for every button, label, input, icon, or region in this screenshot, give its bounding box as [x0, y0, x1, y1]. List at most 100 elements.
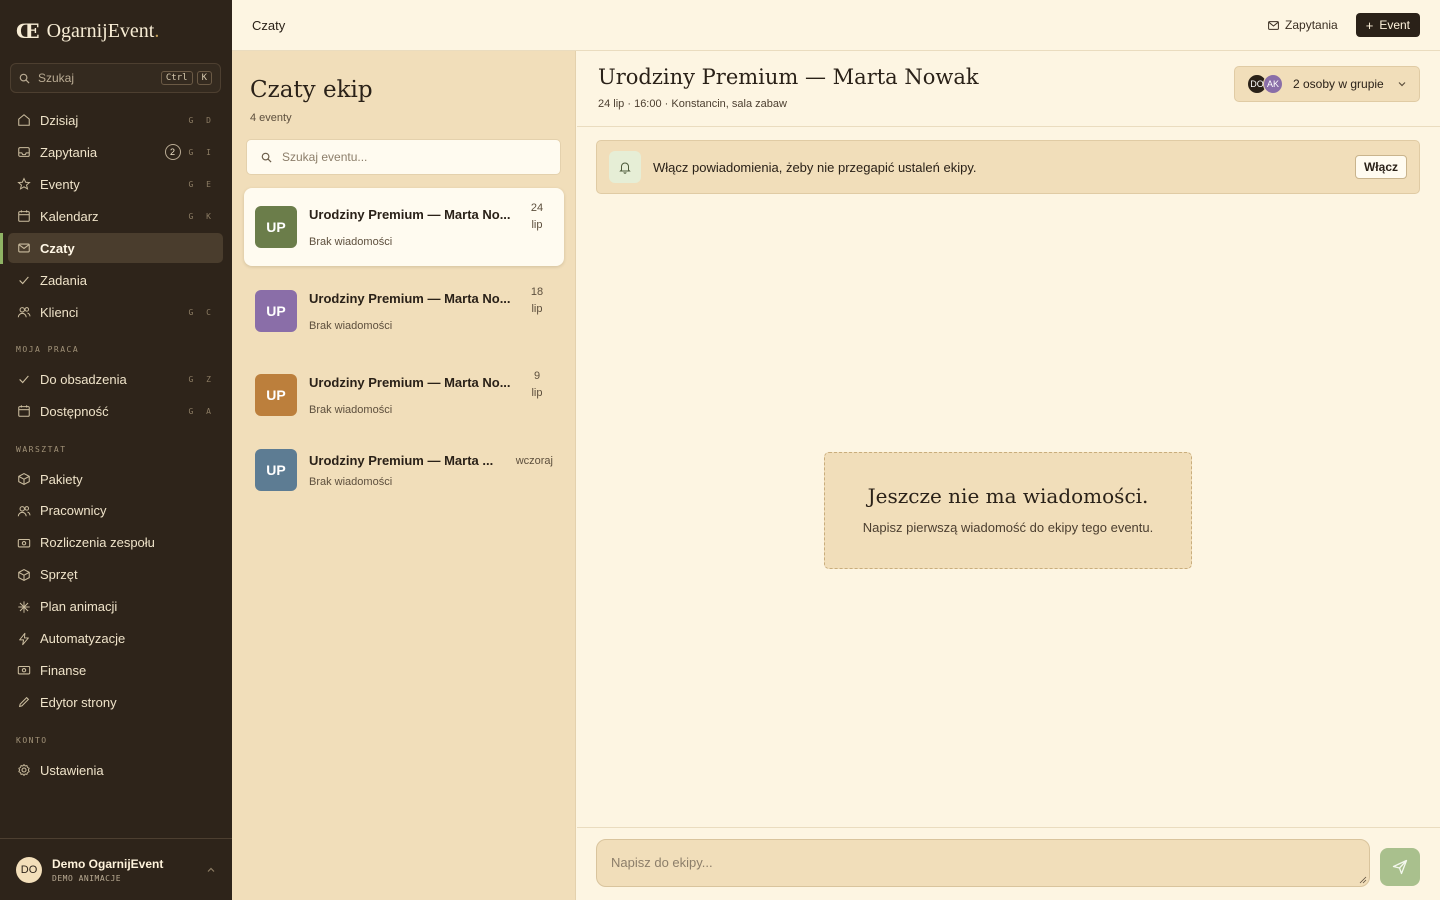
mail-icon	[1268, 20, 1279, 30]
chat-list-item[interactable]: UP Urodziny Premium — Marta No... Brak wia…	[244, 356, 564, 434]
chat-date: 24 lip	[521, 200, 553, 234]
inquiries-link[interactable]: Zapytania	[1268, 18, 1338, 32]
sidebar-search-placeholder: Szukaj	[38, 71, 75, 85]
conversation-header: Urodziny Premium — Marta Nowak 24 lip · …	[577, 51, 1440, 127]
sidebar-item-label: Rozliczenia zespołu	[40, 535, 155, 551]
chat-date-day: 18	[530, 286, 544, 298]
notification-text: Włącz powiadomienia, żeby nie przegapić …	[653, 159, 977, 175]
user-role: DEMO ANIMACJE	[52, 873, 122, 883]
users-icon	[16, 503, 32, 519]
search-icon	[261, 152, 272, 163]
plus-icon: +	[1365, 17, 1374, 33]
chat-date-day: 9	[533, 370, 541, 382]
sidebar-section-title: KONTO	[16, 736, 48, 745]
chat-date-month: lip	[531, 303, 543, 315]
chat-list-item[interactable]: UP Urodziny Premium — Marta No... Brak wia…	[244, 188, 564, 266]
resize-handle-icon[interactable]	[1359, 876, 1367, 884]
sidebar-item-label: Zadania	[40, 272, 87, 288]
sidebar-item-label: Finanse	[40, 662, 87, 678]
chat-title: Urodziny Premium — Marta No...	[309, 374, 511, 390]
event-search-input[interactable]: Szukaj eventu...	[246, 139, 561, 175]
active-indicator	[0, 233, 3, 264]
chat-subtitle: Brak wiadomości	[309, 319, 393, 332]
chat-date-month: lip	[531, 219, 543, 231]
user-menu[interactable]: DO Demo OgarnijEvent DEMO ANIMACJE	[0, 838, 232, 900]
chat-title: Urodziny Premium — Marta No...	[309, 290, 511, 306]
message-input[interactable]: Napisz do ekipy...	[596, 839, 1370, 887]
bolt-icon	[16, 631, 32, 647]
chat-subtitle: Brak wiadomości	[309, 475, 393, 488]
chat-title: Urodziny Premium — Marta No...	[309, 206, 511, 222]
chat-list-item[interactable]: UP Urodziny Premium — Marta No... Brak wia…	[244, 272, 564, 350]
shortcut-ctrl: Ctrl	[160, 71, 193, 85]
sidebar-item-plan-animacji[interactable]: Plan animacji	[8, 592, 223, 622]
chat-list-item[interactable]: UP Urodziny Premium — Marta ... Brak wiado…	[244, 434, 564, 506]
sidebar-item-pakiety[interactable]: Pakiety	[8, 464, 223, 494]
conversation-title: Urodziny Premium — Marta Nowak	[598, 65, 979, 89]
sidebar-item-kalendarz[interactable]: Kalendarz G K	[8, 201, 223, 231]
message-composer: Napisz do ekipy...	[577, 827, 1440, 900]
chat-date-day: wczoraj	[515, 455, 553, 467]
send-icon	[1392, 859, 1408, 875]
shortcut-hint: G E	[188, 179, 215, 189]
sidebar-item-do-obsadzenia[interactable]: Do obsadzenia G Z	[8, 364, 223, 394]
sidebar-section-title: MOJA PRACA	[16, 345, 80, 354]
sidebar-item-rozliczenia-zespolu[interactable]: Rozliczenia zespołu	[8, 528, 223, 558]
sidebar-item-label: Edytor strony	[40, 694, 117, 710]
chat-avatar: UP	[255, 206, 297, 248]
users-icon	[16, 304, 32, 320]
sidebar-item-zapytania[interactable]: Zapytania 2 G I	[8, 137, 223, 167]
sidebar-item-zadania[interactable]: Zadania	[8, 265, 223, 295]
new-event-button[interactable]: + Event	[1355, 13, 1420, 37]
sidebar-item-eventy[interactable]: Eventy G E	[8, 169, 223, 199]
empty-state: Jeszcze nie ma wiadomości. Napisz pierws…	[824, 452, 1192, 569]
group-members-dropdown[interactable]: DO AK 2 osoby w grupie	[1234, 66, 1420, 102]
shortcut-hint: G Z	[188, 374, 215, 384]
chat-avatar: UP	[255, 374, 297, 416]
chat-title: Urodziny Premium — Marta ...	[309, 452, 494, 468]
send-button[interactable]	[1380, 848, 1420, 886]
sidebar-item-label: Pakiety	[40, 471, 83, 487]
conversation-subtitle: 24 lip · 16:00 · Konstancin, sala zabaw	[598, 98, 787, 110]
sidebar-item-czaty[interactable]: Czaty	[8, 233, 223, 263]
sidebar-item-finanse[interactable]: Finanse	[8, 655, 223, 685]
conversation-panel: Urodziny Premium — Marta Nowak 24 lip · …	[577, 51, 1440, 900]
chevron-down-icon	[1398, 82, 1406, 87]
sidebar-item-label: Ustawienia	[40, 762, 104, 778]
sidebar-item-automatyzacje[interactable]: Automatyzacje	[8, 624, 223, 654]
sidebar-item-ustawienia[interactable]: Ustawienia	[8, 755, 223, 785]
sidebar-item-label: Sprzęt	[40, 567, 78, 583]
sidebar-item-label: Klienci	[40, 304, 79, 320]
count-badge: 2	[164, 144, 181, 160]
sidebar-item-label: Zapytania	[40, 144, 98, 160]
sidebar-item-label: Kalendarz	[40, 208, 99, 224]
check-icon	[16, 272, 32, 288]
sidebar-item-edytor-strony[interactable]: Edytor strony	[8, 687, 223, 717]
empty-state-title: Jeszcze nie ma wiadomości.	[867, 484, 1149, 508]
money-icon	[16, 662, 32, 678]
sidebar-item-klienci[interactable]: Klienci G C	[8, 297, 223, 327]
star-icon	[16, 176, 32, 192]
inquiries-label: Zapytania	[1285, 18, 1338, 32]
sidebar-item-label: Pracownicy	[40, 503, 107, 519]
app-logo[interactable]: Œ OgarnijEvent.	[16, 18, 159, 44]
chat-date: 9 lip	[521, 368, 553, 402]
sidebar-search[interactable]: Szukaj Ctrl K	[10, 63, 221, 93]
event-search-placeholder: Szukaj eventu...	[282, 150, 368, 164]
sidebar-item-dzisiaj[interactable]: Dzisiaj G D	[8, 105, 223, 135]
sparkle-icon	[16, 599, 32, 615]
search-icon	[19, 73, 30, 84]
avatar: DO	[16, 856, 42, 883]
sidebar-item-pracownicy[interactable]: Pracownicy	[8, 496, 223, 526]
notification-banner: Włącz powiadomienia, żeby nie przegapić …	[596, 140, 1420, 194]
sidebar-item-label: Do obsadzenia	[40, 371, 127, 387]
chat-date: wczoraj	[516, 453, 553, 470]
logo-dot: .	[154, 19, 160, 42]
enable-notifications-button[interactable]: Włącz	[1354, 155, 1407, 179]
sidebar-item-dostepnosc[interactable]: Dostępność G A	[8, 396, 223, 426]
chat-subtitle: Brak wiadomości	[309, 235, 393, 248]
chat-date-day: 24	[530, 202, 544, 214]
breadcrumb: Czaty	[252, 17, 286, 33]
shortcut-hint: G A	[188, 406, 215, 416]
sidebar-item-sprzet[interactable]: Sprzęt	[8, 560, 223, 590]
